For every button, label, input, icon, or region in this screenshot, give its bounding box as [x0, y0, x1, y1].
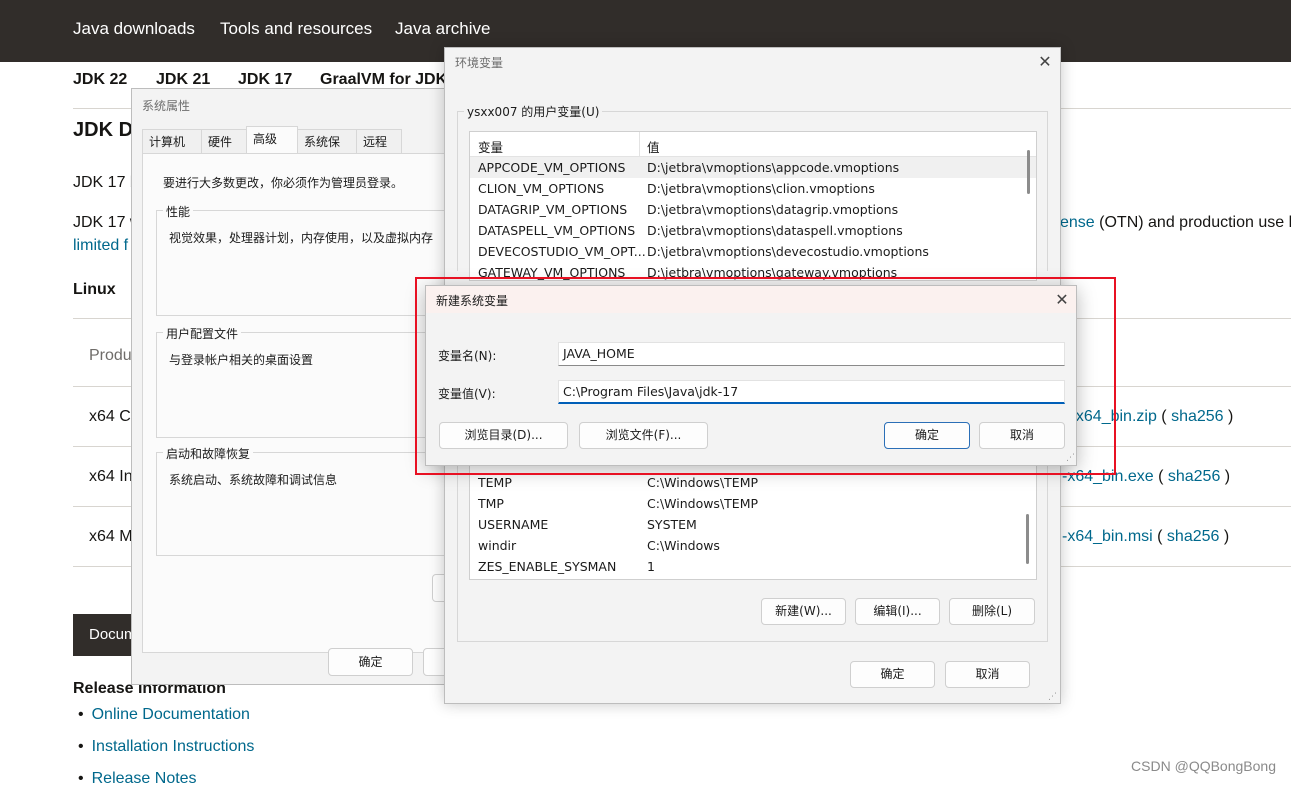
tab-system-protection[interactable]: 系统保护 — [297, 129, 357, 173]
system-properties-window: 系统属性 计算机名 硬件 高级 系统保护 远程 要进行大多数更改，你必须作为管理… — [131, 88, 463, 685]
variable-value: D:\jetbra\vmoptions\datagrip.vmoptions — [647, 202, 899, 217]
delete-variable-button[interactable]: 删除(L) — [949, 598, 1035, 625]
variable-name: TEMP — [478, 475, 512, 490]
installation-instructions-link[interactable]: Installation Instructions — [78, 738, 255, 770]
startup-recovery-group: 启动和故障恢复 系统启动、系统故障和调试信息 — [156, 445, 456, 556]
vertical-scrollbar[interactable] — [1026, 514, 1029, 564]
os-heading: Linux — [73, 281, 116, 298]
watermark: CSDN @QQBongBong — [1131, 758, 1276, 774]
online-documentation-link[interactable]: Online Documentation — [78, 706, 254, 738]
variable-name: USERNAME — [478, 517, 549, 532]
variable-name: DEVECOSTUDIO_VM_OPT... — [478, 244, 646, 259]
variable-name: DATAGRIP_VM_OPTIONS — [478, 202, 628, 217]
performance-label: 性能 — [163, 203, 194, 220]
row-left-label: x64 M — [89, 528, 133, 545]
performance-group: 性能 视觉效果，处理器计划，内存使用，以及虚拟内存 — [156, 203, 456, 316]
table-header-product: Produ — [89, 347, 132, 364]
variable-value: C:\Windows — [647, 538, 720, 553]
system-variables-list: TEMP C:\Windows\TEMP TMP C:\Windows\TEMP… — [469, 458, 1037, 580]
variable-value: SYSTEM — [647, 517, 697, 532]
variable-name: CLION_VM_OPTIONS — [478, 181, 605, 196]
column-variable[interactable]: 变量 — [478, 137, 503, 156]
sha256-link[interactable]: sha256 — [1167, 528, 1220, 545]
envvars-cancel-button[interactable]: 取消 — [945, 661, 1030, 688]
red-highlight-annotation — [415, 277, 1116, 475]
list-item[interactable]: DEVECOSTUDIO_VM_OPT... D:\jetbra\vmoptio… — [470, 241, 1036, 262]
limited-link[interactable]: limited f — [73, 237, 128, 255]
variable-name: windir — [478, 538, 517, 553]
page-heading: JDK D — [73, 119, 134, 141]
column-value[interactable]: 值 — [647, 137, 660, 156]
resize-grip-icon[interactable]: ⋰ — [1048, 692, 1057, 702]
tab-computer-name[interactable]: 计算机名 — [142, 129, 202, 173]
window-title: 系统属性 — [142, 99, 191, 113]
startup-recovery-label: 启动和故障恢复 — [163, 445, 254, 462]
user-variables-list: 变量 值 APPCODE_VM_OPTIONS D:\jetbra\vmopti… — [469, 131, 1037, 281]
window-title: 环境变量 — [455, 56, 504, 70]
list-header: 变量 值 — [470, 132, 1036, 157]
tab-jdk-17[interactable]: JDK 17 — [238, 71, 292, 89]
variable-value: 1 — [647, 559, 655, 574]
user-profile-group: 用户配置文件 与登录帐户相关的桌面设置 — [156, 325, 456, 438]
startup-recovery-description: 系统启动、系统故障和调试信息 — [169, 473, 338, 487]
list-item[interactable]: APPCODE_VM_OPTIONS D:\jetbra\vmoptions\a… — [470, 157, 1036, 178]
envvars-ok-button[interactable]: 确定 — [850, 661, 935, 688]
list-item[interactable]: USERNAME SYSTEM — [470, 514, 1036, 535]
list-item[interactable]: TEMP C:\Windows\TEMP — [470, 472, 1036, 493]
download-link[interactable]: -x64_bin.msi — [1062, 528, 1153, 545]
license-link[interactable]: ense — [1060, 214, 1095, 231]
intro-text: JDK 17 b — [73, 174, 139, 191]
download-row: -x64_bin.msi ( sha256 ) — [1062, 528, 1230, 545]
release-notes-link[interactable]: Release Notes — [78, 770, 254, 802]
list-item[interactable]: ZES_ENABLE_SYSMAN 1 — [470, 556, 1036, 577]
license-text-right: ense (OTN) and production use l — [1060, 214, 1291, 232]
variable-value: D:\jetbra\vmoptions\devecostudio.vmoptio… — [647, 244, 929, 259]
admin-note: 要进行大多数更改，你必须作为管理员登录。 — [163, 176, 404, 190]
nav-java-downloads[interactable]: Java downloads — [73, 19, 195, 39]
user-profile-description: 与登录帐户相关的桌面设置 — [169, 353, 314, 367]
new-variable-button[interactable]: 新建(W)... — [761, 598, 846, 625]
variable-value: D:\jetbra\vmoptions\dataspell.vmoptions — [647, 223, 903, 238]
edit-variable-button[interactable]: 编辑(I)... — [855, 598, 940, 625]
list-item[interactable]: DATASPELL_VM_OPTIONS D:\jetbra\vmoptions… — [470, 220, 1036, 241]
list-item[interactable]: DATAGRIP_VM_OPTIONS D:\jetbra\vmoptions\… — [470, 199, 1036, 220]
advanced-panel: 要进行大多数更改，你必须作为管理员登录。 性能 视觉效果，处理器计划，内存使用，… — [142, 153, 462, 653]
variable-name: APPCODE_VM_OPTIONS — [478, 160, 626, 175]
variable-value: D:\jetbra\vmoptions\appcode.vmoptions — [647, 160, 900, 175]
sysprops-ok-button[interactable]: 确定 — [328, 648, 413, 676]
user-profile-label: 用户配置文件 — [163, 325, 242, 342]
list-item[interactable]: CLION_VM_OPTIONS D:\jetbra\vmoptions\cli… — [470, 178, 1036, 199]
list-item[interactable]: windir C:\Windows — [470, 535, 1036, 556]
list-item[interactable]: TMP C:\Windows\TEMP — [470, 493, 1036, 514]
variable-value: C:\Windows\TEMP — [647, 475, 759, 490]
variable-name: DATASPELL_VM_OPTIONS — [478, 223, 636, 238]
tab-advanced[interactable]: 高级 — [246, 126, 298, 153]
tab-remote[interactable]: 远程 — [356, 129, 402, 153]
vertical-scrollbar[interactable] — [1027, 150, 1030, 194]
tab-hardware[interactable]: 硬件 — [201, 129, 247, 153]
column-separator — [639, 132, 640, 156]
row-left-label: x64 In — [89, 468, 133, 485]
nav-tools-and-resources[interactable]: Tools and resources — [220, 19, 372, 39]
variable-name: ZES_ENABLE_SYSMAN — [478, 559, 617, 574]
license-text-rest: (OTN) and production use l — [1094, 214, 1291, 231]
user-variables-label: ysxx007 的用户变量(U) — [464, 103, 603, 120]
nav-java-archive[interactable]: Java archive — [395, 19, 490, 39]
performance-description: 视觉效果，处理器计划，内存使用，以及虚拟内存 — [169, 231, 434, 245]
tab-jdk-21[interactable]: JDK 21 — [156, 71, 210, 89]
tab-jdk-22[interactable]: JDK 22 — [73, 71, 127, 89]
sha256-link[interactable]: sha256 — [1171, 408, 1224, 425]
sha256-link[interactable]: sha256 — [1168, 468, 1221, 485]
close-icon[interactable]: ✕ — [1035, 52, 1055, 72]
release-links: Online Documentation Installation Instru… — [78, 706, 255, 802]
tab-graalvm[interactable]: GraalVM for JDK — [320, 71, 447, 89]
variable-value: C:\Windows\TEMP — [647, 496, 759, 511]
variable-value: D:\jetbra\vmoptions\clion.vmoptions — [647, 181, 875, 196]
variable-name: TMP — [478, 496, 504, 511]
